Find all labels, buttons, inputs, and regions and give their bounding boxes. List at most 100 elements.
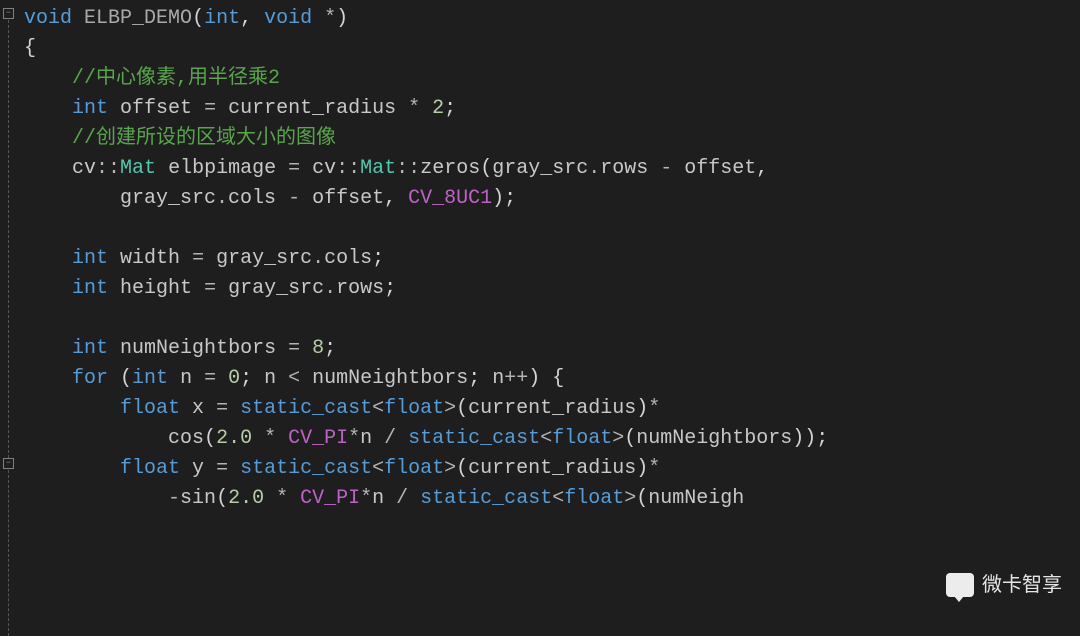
token-paren: ( — [456, 397, 468, 420]
code-line[interactable]: cos(2.0 * CV_PI*n / static_cast<float>(n… — [24, 424, 1080, 454]
code-line[interactable]: int numNeightbors = 8; — [24, 334, 1080, 364]
token-kw: float — [120, 397, 180, 420]
token-op: * — [360, 487, 372, 510]
token-punct: , — [240, 7, 264, 30]
token-op: / — [384, 487, 420, 510]
token-op: * — [648, 457, 660, 480]
token-iden: n — [264, 367, 276, 390]
token-op: < — [276, 367, 312, 390]
token-iden: current_radius — [468, 397, 636, 420]
code-line[interactable]: cv::Mat elbpimage = cv::Mat::zeros(gray_… — [24, 154, 1080, 184]
code-line[interactable]: for (int n = 0; n < numNeightbors; n++) … — [24, 364, 1080, 394]
code-line[interactable]: int height = gray_src.rows; — [24, 274, 1080, 304]
token-punct — [180, 457, 192, 480]
token-kw: int — [72, 337, 108, 360]
token-iden: y — [192, 457, 204, 480]
token-iden: height — [120, 277, 192, 300]
code-line[interactable]: float x = static_cast<float>(current_rad… — [24, 394, 1080, 424]
token-punct — [24, 307, 36, 330]
token-punct: ; — [468, 367, 492, 390]
token-op: = — [192, 367, 228, 390]
token-punct — [24, 457, 120, 480]
token-iden: gray_src — [120, 187, 216, 210]
token-kw: int — [204, 7, 240, 30]
token-paren: ( — [456, 457, 468, 480]
token-punct: ; — [384, 277, 396, 300]
token-cast: static_cast — [408, 427, 540, 450]
token-op: > — [444, 457, 456, 480]
token-paren: ) — [492, 187, 504, 210]
token-iden: gray_src — [492, 157, 588, 180]
code-line[interactable]: float y = static_cast<float>(current_rad… — [24, 454, 1080, 484]
token-paren: ) — [528, 367, 552, 390]
token-op: / — [372, 427, 408, 450]
code-line[interactable]: gray_src.cols - offset, CV_8UC1); — [24, 184, 1080, 214]
token-com: //中心像素,用半径乘2 — [24, 67, 280, 90]
token-op: * — [264, 487, 300, 510]
code-area[interactable]: void ELBP_DEMO(int, void *){ //中心像素,用半径乘… — [18, 0, 1080, 636]
token-punct — [156, 157, 168, 180]
token-iden: n — [180, 367, 192, 390]
token-paren: ( — [216, 487, 228, 510]
token-kw: float — [384, 397, 444, 420]
token-punct — [24, 247, 72, 270]
token-iden: cv — [312, 157, 336, 180]
token-punct: ; — [372, 247, 384, 270]
token-iden: rows — [600, 157, 648, 180]
code-line[interactable]: int width = gray_src.cols; — [24, 244, 1080, 274]
code-line[interactable]: int offset = current_radius * 2; — [24, 94, 1080, 124]
code-line[interactable] — [24, 304, 1080, 334]
token-kw: float — [120, 457, 180, 480]
token-op: . — [588, 157, 600, 180]
code-editor[interactable]: − − void ELBP_DEMO(int, void *){ //中心像素,… — [0, 0, 1080, 636]
token-kw: int — [132, 367, 168, 390]
token-kw: float — [552, 427, 612, 450]
token-paren: ( — [636, 487, 648, 510]
token-punct — [24, 427, 168, 450]
token-punct: ; — [324, 337, 336, 360]
fold-toggle-for-loop[interactable]: − — [3, 458, 14, 469]
token-op: :: — [396, 157, 420, 180]
token-paren: ) — [336, 7, 348, 30]
code-line[interactable] — [24, 214, 1080, 244]
token-op: < — [552, 487, 564, 510]
code-line[interactable]: void ELBP_DEMO(int, void *) — [24, 4, 1080, 34]
token-iden: current_radius — [228, 97, 396, 120]
token-punct — [24, 337, 72, 360]
token-punct — [24, 277, 72, 300]
token-op: . — [312, 247, 324, 270]
token-com: //创建所设的区域大小的图像 — [24, 127, 336, 150]
token-iden: zeros — [420, 157, 480, 180]
code-line[interactable]: //创建所设的区域大小的图像 — [24, 124, 1080, 154]
token-op: * — [252, 427, 288, 450]
token-op: :: — [96, 157, 120, 180]
token-op: = — [204, 457, 240, 480]
token-punct — [108, 97, 120, 120]
code-line[interactable]: { — [24, 34, 1080, 64]
token-iden: rows — [336, 277, 384, 300]
token-op: < — [372, 397, 384, 420]
token-iden: cols — [228, 187, 276, 210]
token-paren: ) — [636, 397, 648, 420]
token-kw: for — [72, 367, 108, 390]
fold-toggle-function[interactable]: − — [3, 8, 14, 19]
fold-guide-line — [8, 470, 9, 636]
token-macro: CV_PI — [288, 427, 348, 450]
token-punct: ; — [816, 427, 828, 450]
code-line[interactable]: //中心像素,用半径乘2 — [24, 64, 1080, 94]
token-punct — [168, 367, 180, 390]
token-iden: numNeightbors — [120, 337, 276, 360]
token-punct — [24, 187, 120, 210]
token-paren: ( — [624, 427, 636, 450]
token-op: > — [612, 427, 624, 450]
token-op: - — [648, 157, 684, 180]
token-op: = — [192, 97, 228, 120]
token-num: 2 — [432, 97, 444, 120]
code-line[interactable]: -sin(2.0 * CV_PI*n / static_cast<float>(… — [24, 484, 1080, 514]
token-punct — [24, 367, 72, 390]
token-kw: int — [72, 277, 108, 300]
token-iden: n — [372, 487, 384, 510]
token-cast: static_cast — [420, 487, 552, 510]
token-iden: numNeightbors — [636, 427, 792, 450]
fold-guide-line — [8, 20, 9, 458]
